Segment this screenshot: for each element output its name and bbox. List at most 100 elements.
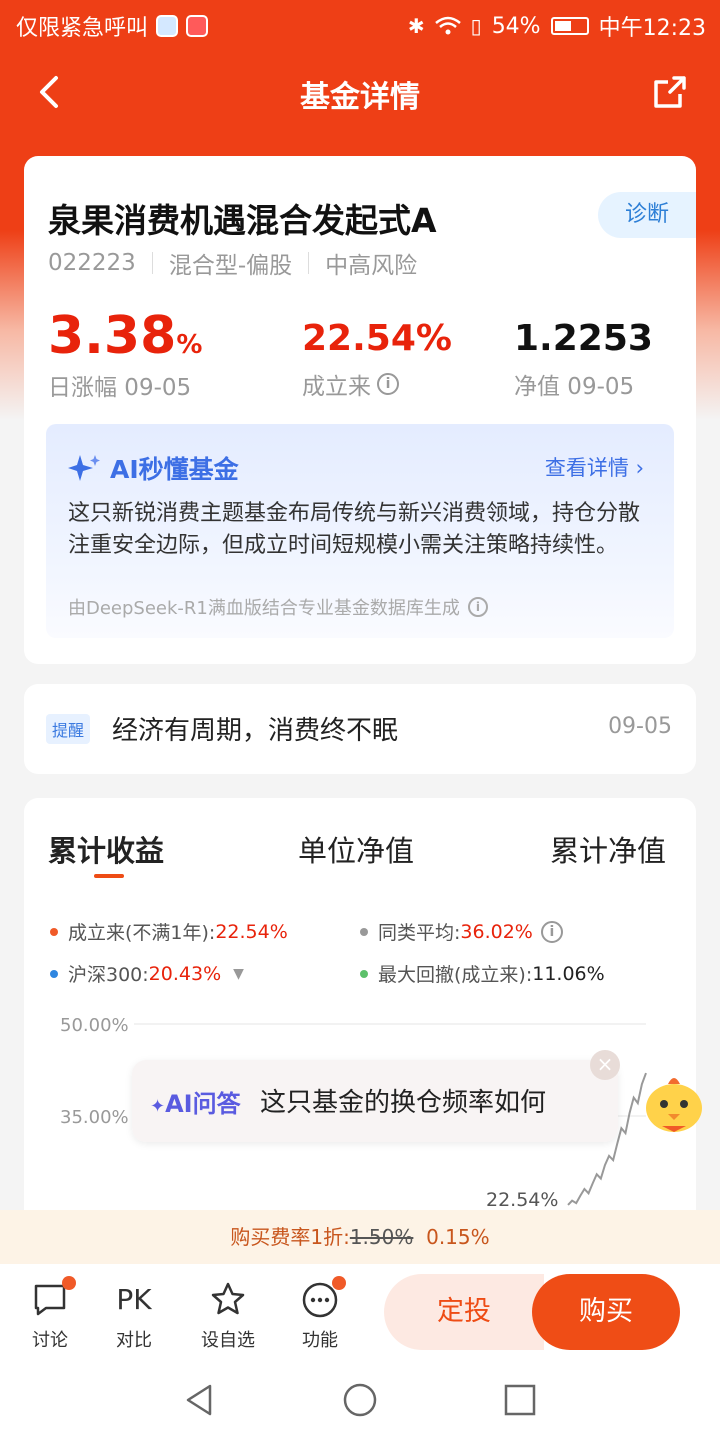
alert-icon: ▯: [470, 14, 482, 38]
fee-prefix: 购买费率1折:: [230, 1225, 350, 1249]
ai-footnote: 由DeepSeek-R1满血版结合专业基金数据库生成: [68, 598, 460, 619]
info-icon[interactable]: i: [377, 373, 399, 395]
nav-back-triangle-icon[interactable]: [182, 1382, 218, 1418]
ai-qa-bubble[interactable]: ✦AI问答 这只基金的换仓频率如何 ×: [132, 1050, 620, 1142]
ai-qa-label: AI问答: [165, 1090, 241, 1118]
since-inception-stat: 22.54% 成立来 i: [302, 318, 452, 401]
fund-type: 混合型-偏股: [168, 253, 293, 279]
diagnose-button[interactable]: 诊断: [598, 192, 696, 238]
star-icon: [208, 1280, 248, 1320]
buy-button[interactable]: 购买: [532, 1274, 680, 1350]
since-inception-value: 22.54%: [302, 318, 452, 359]
daily-change-stat: 3.38% 日涨幅 09-05: [48, 306, 202, 402]
bluetooth-icon: ✱: [407, 14, 425, 38]
dropdown-arrow-icon[interactable]: ▼: [233, 966, 244, 982]
mascot-chick-icon[interactable]: [638, 1066, 710, 1138]
battery-icon: [550, 17, 589, 35]
shield-app-icon: [156, 15, 179, 37]
fee-strip: 购买费率1折:1.50% 0.15%: [0, 1210, 720, 1264]
compare-button[interactable]: PK 对比: [94, 1280, 174, 1352]
battery-percent: 54%: [491, 13, 541, 39]
y-tick-label: 35.00%: [60, 1107, 129, 1128]
ai-qa-question: 这只基金的换仓频率如何: [260, 1088, 547, 1118]
share-icon[interactable]: [650, 72, 690, 112]
reminder-date: 09-05: [608, 714, 672, 739]
functions-button[interactable]: 功能: [280, 1276, 360, 1352]
since-inception-label: 成立来: [302, 374, 371, 400]
active-tab-indicator: [94, 874, 124, 878]
ai-more-label: 查看详情: [544, 456, 629, 480]
nav-stat: 1.2253 净值 09-05: [514, 318, 653, 401]
fund-code: 022223: [48, 250, 136, 276]
legend-label: 同类平均:: [378, 922, 461, 944]
wifi-icon: [434, 16, 461, 35]
legend-value: 22.54%: [215, 920, 288, 943]
functions-label: 功能: [302, 1330, 338, 1351]
fee-old-rate: 1.50%: [349, 1225, 414, 1249]
chart-tabs: 累计收益 单位净值 累计净值: [24, 828, 696, 888]
info-icon[interactable]: i: [467, 597, 488, 617]
ai-summary-title-row: AI秒懂基金: [68, 450, 239, 486]
ai-sparkle-icon: [68, 455, 100, 481]
fee-new-rate: 0.15%: [426, 1225, 490, 1249]
discuss-button[interactable]: 讨论: [10, 1276, 90, 1352]
battery-level: [554, 21, 571, 31]
daily-change-label: 日涨幅 09-05: [48, 375, 192, 401]
legend-label: 成立来(不满1年):: [68, 922, 216, 944]
fund-name: 泉果消费机遇混合发起式A: [48, 201, 437, 240]
legend-since-inception: 成立来(不满1年): 22.54%: [50, 918, 288, 945]
nav-bar: 基金详情: [0, 60, 720, 124]
chart-card: 累计收益 单位净值 累计净值 成立来(不满1年): 22.54% 同类平均: 3…: [24, 798, 696, 1258]
tab-cumulative-nav[interactable]: 累计净值: [550, 828, 666, 870]
ai-summary-text: 这只新锐消费主题基金布局传统与新兴消费领域，持仓分散注重安全边际，但成立时间短规…: [68, 501, 641, 558]
page-title: 基金详情: [300, 80, 420, 115]
ai-qa-label-row: ✦AI问答: [150, 1084, 241, 1119]
nav-value: 1.2253: [514, 318, 653, 359]
fund-risk: 中高风险: [325, 253, 418, 279]
notification-dot: [62, 1276, 76, 1290]
add-watchlist-button[interactable]: 设自选: [188, 1280, 268, 1352]
ai-more-link[interactable]: 查看详情 ›: [545, 452, 644, 482]
end-value-label: 22.54%: [486, 1189, 558, 1208]
y-tick-label: 50.00%: [60, 1015, 129, 1036]
divider: [308, 252, 310, 274]
ai-footnote-row: 由DeepSeek-R1满血版结合专业基金数据库生成 i: [68, 594, 488, 620]
tab-cumulative-return[interactable]: 累计收益: [48, 828, 164, 870]
discuss-label: 讨论: [32, 1330, 68, 1351]
compare-label: 对比: [116, 1330, 152, 1351]
legend-category-average: 同类平均: 36.02% i: [360, 918, 563, 945]
legend-label: 最大回撤(成立来):: [378, 964, 533, 986]
legend-value: 20.43%: [148, 962, 222, 985]
status-bar: 仅限紧急呼叫 ✱ ▯ 54% 中午12:23: [0, 0, 720, 48]
divider: [151, 252, 153, 274]
nav-recent-square-icon[interactable]: [502, 1382, 538, 1418]
tab-unit-nav[interactable]: 单位净值: [298, 828, 414, 870]
system-nav-bar: [0, 1360, 720, 1440]
nav-label: 净值 09-05: [514, 374, 635, 400]
ai-summary-title: AI秒懂基金: [110, 455, 239, 484]
close-icon[interactable]: ×: [590, 1050, 620, 1080]
more-dots-icon: [300, 1276, 346, 1320]
legend-csi300[interactable]: 沪深300: 20.43% ▼: [50, 960, 244, 987]
legend-dot: [50, 969, 58, 978]
watchlist-label: 设自选: [201, 1330, 255, 1351]
fund-info-card: 泉果消费机遇混合发起式A 诊断 022223 混合型-偏股 中高风险 3.38%…: [24, 156, 696, 664]
legend-value: 11.06%: [532, 962, 605, 985]
sip-button[interactable]: 定投: [384, 1274, 544, 1350]
legend-value: 36.02%: [460, 920, 533, 943]
daily-change-value: 3.38: [48, 306, 177, 366]
reminder-card[interactable]: 提醒 经济有周期，消费终不眠 09-05: [24, 684, 696, 774]
info-icon[interactable]: i: [540, 920, 563, 943]
bottom-action-bar: 讨论 PK 对比 设自选 功能 定投 购买: [0, 1264, 720, 1360]
legend-max-drawdown: 最大回撤(成立来): 11.06%: [360, 960, 605, 987]
pk-icon: PK: [116, 1283, 152, 1316]
clock: 中午12:23: [598, 16, 706, 41]
nav-home-circle-icon[interactable]: [342, 1382, 378, 1418]
legend-dot: [360, 969, 368, 978]
huawei-app-icon: [186, 15, 209, 37]
chevron-right-icon: ›: [635, 456, 644, 480]
legend-dot: [50, 927, 58, 936]
ai-summary-box[interactable]: AI秒懂基金 查看详情 › 这只新锐消费主题基金布局传统与新兴消费领域，持仓分散…: [46, 424, 674, 638]
notification-dot: [332, 1276, 346, 1290]
legend-dot: [360, 927, 368, 936]
